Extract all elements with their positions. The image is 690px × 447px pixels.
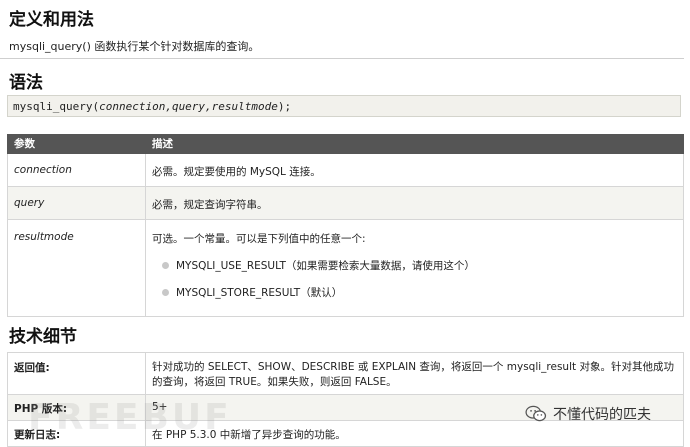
param-name: resultmode [7, 219, 146, 317]
param-desc: 必需，规定查询字符串。 [145, 186, 684, 220]
list-item: MYSQLI_STORE_RESULT（默认） [152, 285, 677, 300]
account-name: 不懂代码的匹夫 [553, 407, 651, 423]
syntax-code: mysqli_query(connection,query,resultmode… [7, 95, 681, 117]
table-row: resultmode 可选。一个常量。可以是下列值中的任意一个: MYSQLI_… [7, 219, 684, 317]
tech-label: 返回值: [7, 352, 146, 395]
table-header-row: 参数 描述 [7, 134, 684, 154]
definition-heading: 定义和用法 [9, 10, 94, 30]
header-param: 参数 [7, 134, 146, 154]
syntax-heading: 语法 [9, 73, 43, 93]
wechat-account: 不懂代码的匹夫 [525, 404, 651, 424]
table-row: query 必需，规定查询字符串。 [7, 186, 684, 220]
parameter-table: 参数 描述 connection 必需。规定要使用的 MySQL 连接。 que… [7, 134, 684, 317]
list-item: MYSQLI_USE_RESULT（如果需要检索大量数据，请使用这个） [152, 258, 677, 273]
divider [0, 58, 684, 59]
param-name: connection [7, 153, 146, 187]
wechat-icon [525, 405, 547, 422]
tech-value: 针对成功的 SELECT、SHOW、DESCRIBE 或 EXPLAIN 查询，… [145, 352, 684, 395]
tech-details-heading: 技术细节 [9, 327, 77, 347]
definition-text: mysqli_query() 函数执行某个针对数据库的查询。 [9, 40, 260, 53]
option-list: MYSQLI_USE_RESULT（如果需要检索大量数据，请使用这个） MYSQ… [152, 258, 677, 300]
param-desc: 可选。一个常量。可以是下列值中的任意一个: MYSQLI_USE_RESULT（… [145, 219, 684, 317]
table-row: connection 必需。规定要使用的 MySQL 连接。 [7, 153, 684, 187]
watermark-logo: FREEBUF [28, 397, 232, 438]
param-name: query [7, 186, 146, 220]
table-row: 返回值: 针对成功的 SELECT、SHOW、DESCRIBE 或 EXPLAI… [7, 352, 684, 395]
param-desc: 必需。规定要使用的 MySQL 连接。 [145, 153, 684, 187]
header-description: 描述 [145, 134, 684, 154]
